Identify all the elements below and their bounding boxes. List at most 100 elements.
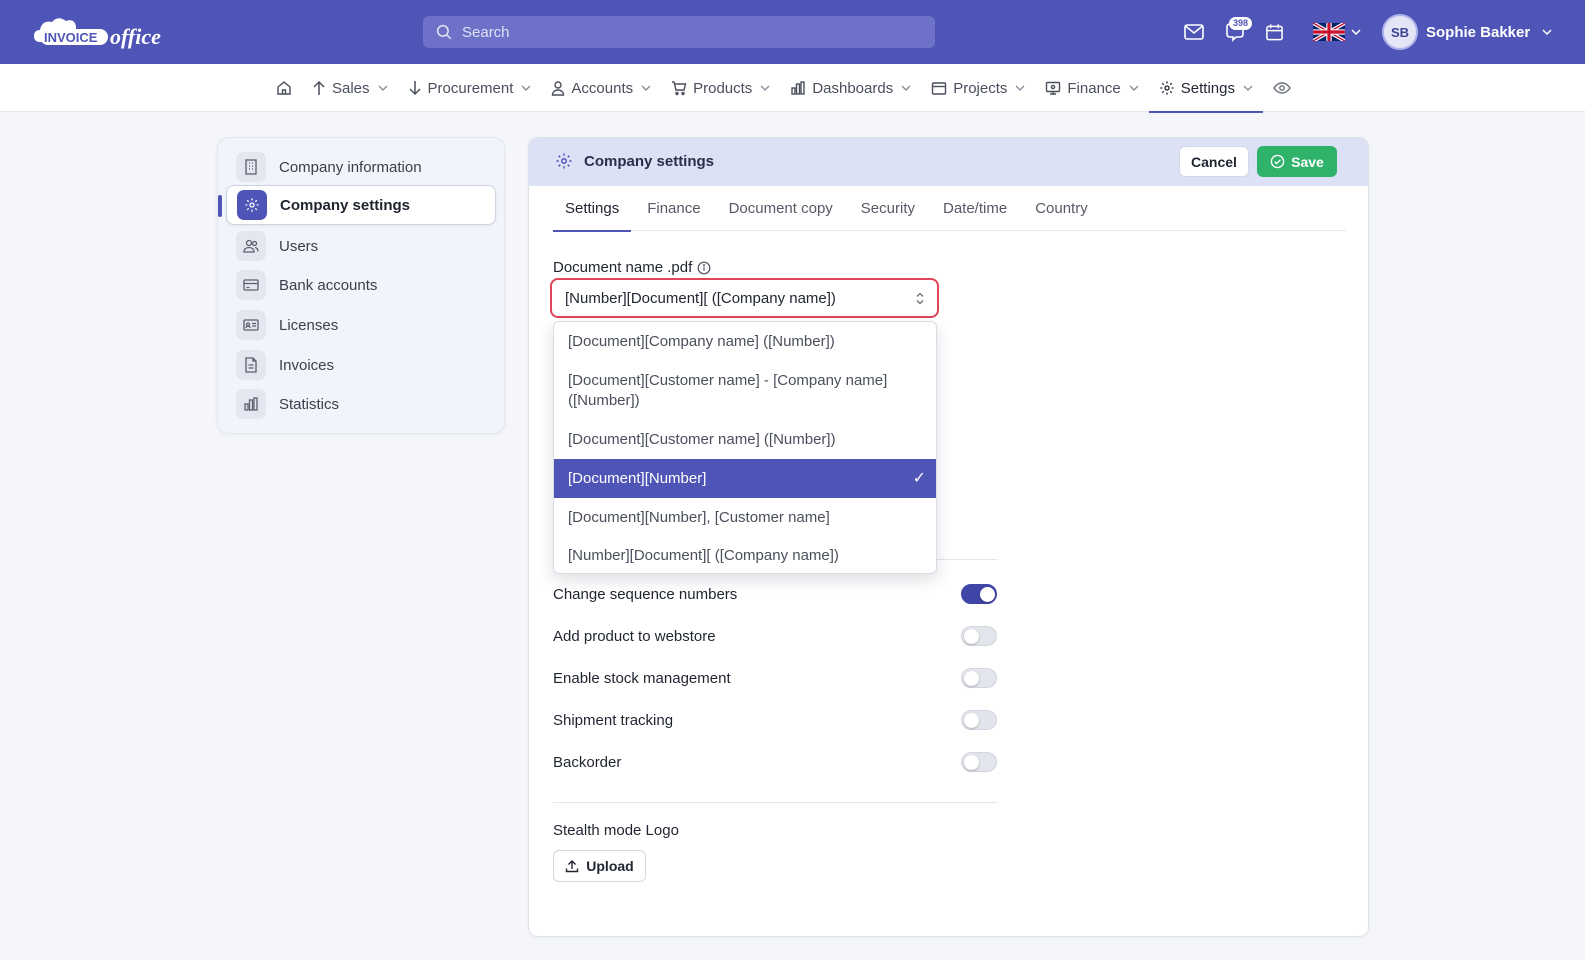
nav-projects[interactable]: Projects: [921, 64, 1035, 112]
tab-date-time[interactable]: Date/time: [931, 186, 1019, 231]
bar-chart-icon: [236, 389, 266, 419]
chevron-down-icon: [378, 85, 388, 91]
cancel-button[interactable]: Cancel: [1179, 146, 1249, 177]
sidebar-item-company-information[interactable]: Company information: [226, 147, 496, 187]
sidebar-item-label: Statistics: [279, 395, 340, 413]
dropdown-option[interactable]: [Number][Document][ ([Company name]): [554, 537, 936, 573]
tab-document-copy[interactable]: Document copy: [717, 186, 845, 231]
upload-icon: [566, 860, 579, 873]
chevron-down-icon: [901, 85, 911, 91]
enable-stock-management-toggle[interactable]: [961, 668, 997, 688]
active-indicator: [218, 195, 222, 217]
sidebar-item-label: Bank accounts: [279, 276, 378, 294]
backorder-toggle[interactable]: [961, 752, 997, 772]
document-name-dropdown: [Document][Company name] ([Number]) [Doc…: [553, 321, 937, 574]
calendar-icon: [932, 82, 947, 95]
tab-country[interactable]: Country: [1023, 186, 1100, 231]
check-icon: ✓: [912, 470, 926, 487]
toggle-label: Backorder: [553, 753, 622, 771]
chevron-down-icon: [1015, 85, 1025, 91]
search-input[interactable]: [462, 23, 902, 41]
nav-finance[interactable]: Finance: [1035, 64, 1148, 112]
sidebar-item-label: Company information: [279, 158, 422, 176]
nav-sales[interactable]: Sales: [302, 64, 398, 112]
nav-settings[interactable]: Settings: [1148, 64, 1264, 113]
chevron-down-icon: [1542, 29, 1552, 35]
company-settings-panel: Company settings Cancel Save Settings Fi…: [528, 137, 1369, 937]
chevron-down-icon: [521, 85, 531, 91]
info-icon[interactable]: [697, 261, 711, 275]
select-caret-icon: [916, 292, 924, 305]
gear-icon: [1160, 81, 1174, 95]
uk-flag-icon: [1313, 23, 1345, 41]
dropdown-option-selected[interactable]: [Document][Number] ✓: [554, 459, 936, 498]
gear-icon: [556, 153, 572, 169]
sidebar-item-label: Users: [279, 237, 319, 255]
settings-sidebar: Company information Company settings Use…: [217, 137, 505, 434]
add-product-to-webstore-toggle[interactable]: [961, 626, 997, 646]
save-button-label: Save: [1291, 153, 1324, 170]
dropdown-option[interactable]: [Document][Customer name] ([Number]): [554, 420, 936, 459]
arrow-down-icon: [409, 81, 421, 96]
toggle-label: Shipment tracking: [553, 711, 674, 729]
dropdown-option[interactable]: [Document][Number], [Customer name]: [554, 498, 936, 537]
cart-icon: [672, 81, 687, 96]
nav-label: Finance: [1067, 79, 1121, 97]
sidebar-item-users[interactable]: Users: [226, 226, 496, 266]
toggle-label: Change sequence numbers: [553, 585, 738, 603]
dropdown-option-label: [Document][Number]: [568, 469, 707, 487]
user-menu[interactable]: SB Sophie Bakker: [1382, 14, 1552, 50]
nav-label: Sales: [332, 79, 370, 97]
chevron-down-icon: [1243, 85, 1253, 91]
tab-settings[interactable]: Settings: [553, 186, 632, 232]
id-card-icon: [236, 310, 266, 340]
nav-label: Settings: [1180, 79, 1235, 97]
upload-button-label: Upload: [586, 858, 634, 874]
sidebar-item-statistics[interactable]: Statistics: [226, 384, 496, 424]
toggle-row-change-sequence-numbers: Change sequence numbers: [553, 583, 997, 605]
shipment-tracking-toggle[interactable]: [961, 710, 997, 730]
sidebar-item-label: Invoices: [279, 356, 335, 374]
nav-dashboards[interactable]: Dashboards: [780, 64, 921, 112]
panel-title-text: Company settings: [584, 152, 715, 170]
nav-products[interactable]: Products: [661, 64, 780, 112]
users-icon: [236, 231, 266, 261]
sidebar-item-licenses[interactable]: Licenses: [226, 305, 496, 345]
nav-accounts[interactable]: Accounts: [541, 64, 661, 112]
sidebar-item-label: Licenses: [279, 316, 339, 334]
nav-procurement[interactable]: Procurement: [398, 64, 542, 112]
logo-text-invoice: INVOICE: [44, 30, 98, 45]
user-name: Sophie Bakker: [1426, 23, 1531, 41]
nav-label: Projects: [953, 79, 1008, 97]
search-icon: [436, 24, 452, 40]
nav-preview[interactable]: [1263, 64, 1301, 112]
tab-security[interactable]: Security: [849, 186, 927, 231]
sidebar-item-bank-accounts[interactable]: Bank accounts: [226, 265, 496, 305]
eye-icon: [1273, 82, 1291, 94]
toggle-row-add-product-to-webstore: Add product to webstore: [553, 625, 997, 647]
tab-finance[interactable]: Finance: [635, 186, 712, 231]
change-sequence-numbers-toggle[interactable]: [961, 584, 997, 604]
avatar: SB: [1382, 14, 1418, 50]
search-bar[interactable]: [423, 16, 935, 48]
dropdown-option[interactable]: [Document][Customer name] - [Company nam…: [554, 361, 936, 420]
invoiceoffice-logo[interactable]: INVOICE office: [30, 12, 180, 52]
sidebar-item-invoices[interactable]: Invoices: [226, 345, 496, 385]
calendar-icon[interactable]: [1262, 20, 1286, 44]
chevron-down-icon: [1351, 29, 1361, 35]
nav-label: Dashboards: [812, 79, 894, 97]
dropdown-option[interactable]: [Document][Company name] ([Number]): [554, 322, 936, 361]
panel-title: Company settings: [555, 152, 714, 170]
upload-button[interactable]: Upload: [553, 850, 646, 882]
save-button[interactable]: Save: [1257, 146, 1337, 177]
home-icon: [277, 81, 291, 95]
sidebar-item-company-settings[interactable]: Company settings: [218, 185, 496, 225]
nav-home[interactable]: [272, 64, 302, 112]
monitor-icon: [1046, 81, 1061, 95]
mail-icon[interactable]: [1182, 20, 1206, 44]
user-icon: [552, 81, 565, 96]
language-selector[interactable]: [1312, 20, 1362, 44]
document-name-select[interactable]: [Number][Document][ ([Company name]): [550, 278, 939, 318]
nav-label: Accounts: [571, 79, 634, 97]
notification-badge: 398: [1229, 17, 1253, 30]
